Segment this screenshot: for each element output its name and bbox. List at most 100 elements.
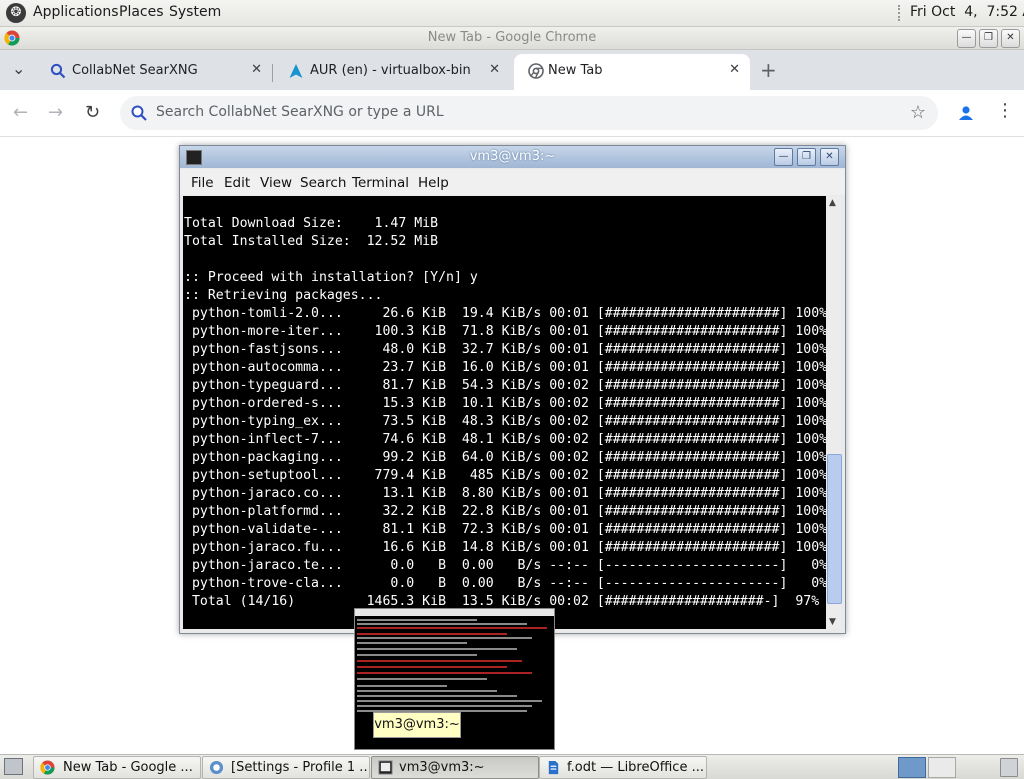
menu-help[interactable]: Help — [418, 175, 449, 191]
preview-text-line — [357, 685, 447, 687]
panel-separator — [898, 5, 904, 21]
close-button[interactable]: ✕ — [1001, 29, 1020, 48]
reload-button[interactable]: ↻ — [85, 102, 100, 123]
preview-text-line — [357, 660, 522, 662]
tab-separator — [272, 64, 273, 82]
tab-new-tab[interactable]: New Tab ✕ — [514, 54, 750, 90]
terminal-line: python-fastjsons... 48.0 KiB 32.7 KiB/s … — [184, 342, 826, 357]
preview-text-line — [357, 627, 547, 629]
menu-edit[interactable]: Edit — [224, 175, 250, 191]
chrome-menu-icon[interactable]: ⋮ — [996, 100, 1014, 121]
menu-view[interactable]: View — [260, 175, 292, 191]
preview-text-line — [357, 678, 487, 680]
address-bar[interactable]: Search CollabNet SearXNG or type a URL ☆ — [120, 96, 938, 130]
forward-button[interactable]: → — [48, 102, 63, 123]
terminal-line: :: Proceed with installation? [Y/n] y — [184, 270, 478, 285]
clock[interactable]: Fri Oct 4, 7:52 AM — [910, 4, 1024, 20]
terminal-icon — [378, 760, 393, 775]
terminal-line: python-packaging... 99.2 KiB 64.0 KiB/s … — [184, 450, 826, 465]
new-tab-button[interactable]: + — [760, 58, 777, 82]
taskbar-item-settings[interactable]: [Settings - Profile 1 ... — [202, 756, 370, 779]
terminal-line: :: Retrieving packages... — [184, 288, 383, 303]
close-icon[interactable]: ✕ — [729, 62, 740, 77]
terminal-line: python-tomli-2.0... 26.6 KiB 19.4 KiB/s … — [184, 306, 826, 321]
tab-label: CollabNet SearXNG — [72, 63, 198, 78]
terminal-line: python-jaraco.co... 13.1 KiB 8.80 KiB/s … — [184, 486, 826, 501]
chrome-titlebar[interactable]: New Tab - Google Chrome — ❐ ✕ — [0, 27, 1024, 50]
window-preview-tooltip: vm3@vm3:~ — [373, 712, 461, 738]
terminal-window[interactable]: vm3@vm3:~ — ❐ ✕ File Edit View Search Te… — [179, 145, 846, 634]
profile-icon[interactable] — [957, 104, 975, 122]
terminal-titlebar[interactable]: vm3@vm3:~ — ❐ ✕ — [180, 146, 845, 168]
chrome-icon — [40, 760, 55, 775]
terminal-line: python-jaraco.fu... 16.6 KiB 14.8 KiB/s … — [184, 540, 826, 555]
menu-terminal[interactable]: Terminal — [352, 175, 409, 191]
preview-text-line — [357, 695, 517, 697]
close-icon[interactable]: ✕ — [489, 62, 500, 77]
terminal-line: python-ordered-s... 15.3 KiB 10.1 KiB/s … — [184, 396, 826, 411]
menu-file[interactable]: File — [191, 175, 214, 191]
close-button[interactable]: ✕ — [820, 148, 839, 166]
tab-searxng[interactable]: CollabNet SearXNG ✕ — [36, 54, 272, 90]
terminal-output: Total Download Size: 1.47 MiB Total Insta… — [184, 215, 826, 611]
preview-text-line — [357, 623, 527, 625]
preview-text-line — [357, 666, 507, 668]
terminal-line: python-more-iter... 100.3 KiB 71.8 KiB/s… — [184, 324, 826, 339]
preview-text-line — [357, 637, 532, 639]
chrome-icon — [528, 63, 544, 79]
maximize-button[interactable]: ❐ — [979, 29, 998, 48]
terminal-screen[interactable]: Total Download Size: 1.47 MiB Total Insta… — [183, 196, 826, 629]
gnome-foot-icon[interactable]: ❂ — [6, 3, 26, 23]
bottom-panel: New Tab - Google ... [Settings - Profile… — [0, 754, 1024, 779]
tab-search-button[interactable]: ⌄ — [12, 59, 25, 78]
preview-text-line — [357, 705, 532, 707]
terminal-line: python-inflect-7... 74.6 KiB 48.1 KiB/s … — [184, 432, 826, 447]
scrollbar-thumb[interactable] — [827, 454, 842, 604]
minimize-button[interactable]: — — [957, 29, 976, 48]
terminal-menubar: File Edit View Search Terminal Help — [180, 169, 845, 195]
settings-icon — [209, 760, 224, 775]
places-menu[interactable]: Places — [119, 4, 164, 20]
close-icon[interactable]: ✕ — [251, 62, 262, 77]
tab-label: New Tab — [548, 63, 603, 78]
address-bar-placeholder: Search CollabNet SearXNG or type a URL — [156, 104, 444, 120]
trash-icon[interactable] — [1000, 758, 1018, 777]
workspace-1[interactable] — [898, 757, 926, 778]
system-menu[interactable]: System — [169, 4, 221, 20]
show-desktop-icon[interactable] — [4, 758, 23, 775]
taskbar-label: f.odt — LibreOffice ... — [567, 760, 704, 775]
scroll-up-icon[interactable]: ▲ — [829, 198, 836, 208]
workspace-2[interactable] — [928, 757, 956, 778]
taskbar-label: vm3@vm3:~ — [399, 760, 485, 775]
terminal-scrollbar[interactable]: ▲ ▼ — [826, 196, 842, 629]
preview-text-line — [357, 648, 517, 650]
taskbar-item-chrome[interactable]: New Tab - Google ... — [33, 756, 201, 779]
preview-text-line — [357, 700, 542, 702]
search-icon — [131, 105, 147, 121]
terminal-line: python-validate-... 81.1 KiB 72.3 KiB/s … — [184, 522, 826, 537]
arch-icon — [289, 64, 303, 78]
browser-toolbar: ← → ↻ Search CollabNet SearXNG or type a… — [0, 90, 1024, 137]
terminal-title: vm3@vm3:~ — [469, 149, 556, 164]
terminal-line: Total Download Size: 1.47 MiB — [184, 216, 439, 231]
taskbar-label: New Tab - Google ... — [63, 760, 193, 775]
scroll-down-icon[interactable]: ▼ — [829, 617, 836, 627]
back-button[interactable]: ← — [13, 102, 28, 123]
preview-text-line — [357, 633, 507, 635]
taskbar-item-libreoffice[interactable]: f.odt — LibreOffice ... — [539, 756, 707, 779]
tab-strip: ⌄ CollabNet SearXNG ✕ AUR (en) - virtual… — [0, 50, 1024, 90]
terminal-line: python-platformd... 32.2 KiB 22.8 KiB/s … — [184, 504, 826, 519]
tab-aur[interactable]: AUR (en) - virtualbox-bin ✕ — [274, 54, 510, 90]
maximize-button[interactable]: ❐ — [797, 148, 816, 166]
applications-menu[interactable]: Applications — [33, 4, 119, 20]
preview-menubar — [355, 609, 554, 616]
preview-text-line — [357, 690, 497, 692]
minimize-button[interactable]: — — [774, 148, 793, 166]
preview-text-line — [357, 619, 477, 621]
terminal-line: python-typeguard... 81.7 KiB 54.3 KiB/s … — [184, 378, 826, 393]
top-panel: ❂ Applications Places System Fri Oct 4, … — [0, 0, 1024, 27]
preview-text-line — [357, 672, 532, 674]
menu-search[interactable]: Search — [300, 175, 346, 191]
bookmark-star-icon[interactable]: ☆ — [910, 102, 926, 123]
taskbar-item-terminal[interactable]: vm3@vm3:~ — [371, 756, 539, 779]
